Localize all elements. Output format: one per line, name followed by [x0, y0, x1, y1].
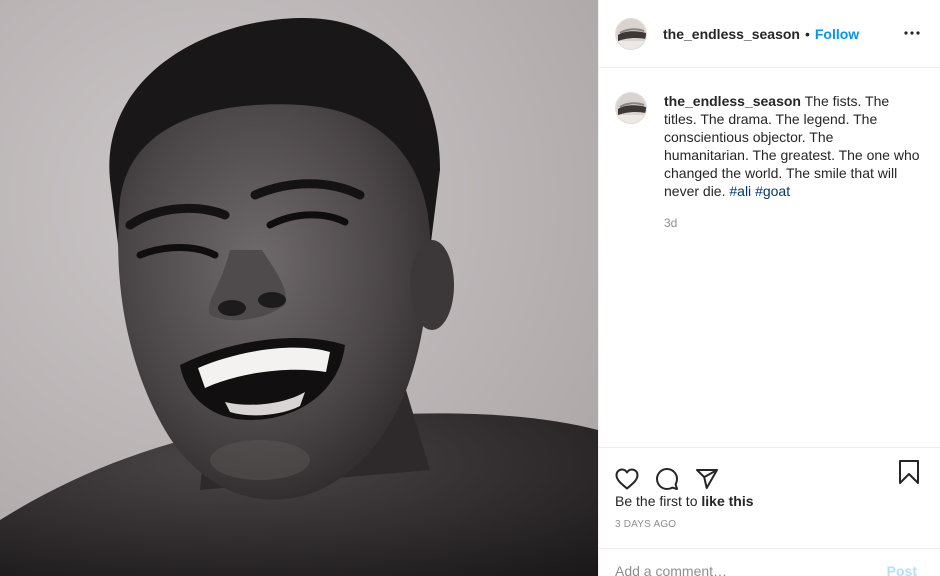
caption-text-block: the_endless_season The fists. The titles… [664, 92, 922, 200]
bookmark-icon[interactable] [897, 460, 921, 484]
heart-icon[interactable] [615, 467, 639, 491]
avatar-image [616, 18, 646, 49]
author-avatar[interactable] [615, 17, 647, 50]
action-buttons [599, 448, 940, 498]
post-side-panel: the_endless_season • Follow the_endless_… [598, 0, 940, 576]
follow-button[interactable]: Follow [815, 26, 859, 42]
author-handle[interactable]: the_endless_season [663, 26, 800, 42]
caption-author-avatar[interactable] [615, 92, 647, 124]
post-header: the_endless_season • Follow [599, 0, 940, 68]
portrait-photo [0, 0, 598, 576]
like-this-link[interactable]: like this [701, 493, 753, 509]
post-photo[interactable] [0, 0, 598, 576]
comment-input[interactable] [615, 563, 865, 576]
caption-timestamp[interactable]: 3d [664, 214, 922, 232]
post-container: the_endless_season • Follow the_endless_… [0, 0, 940, 576]
comment-box: Post [599, 548, 940, 576]
comment-bubble-icon[interactable] [655, 467, 679, 491]
hashtag-link[interactable]: #goat [755, 183, 790, 199]
caption-author-handle[interactable]: the_endless_season [664, 93, 801, 109]
avatar-image [616, 93, 646, 123]
likes-summary: Be the first to like this [615, 493, 754, 509]
post-date[interactable]: 3 DAYS AGO [615, 519, 676, 530]
action-bar [599, 447, 940, 498]
likes-prefix: Be the first to [615, 493, 698, 509]
header-separator: • [804, 25, 810, 42]
hashtag-link[interactable]: #ali [729, 183, 751, 199]
paper-plane-icon[interactable] [695, 467, 719, 491]
caption: the_endless_season The fists. The titles… [615, 92, 927, 232]
post-comment-button[interactable]: Post [887, 563, 917, 576]
caption-body: the_endless_season The fists. The titles… [664, 92, 922, 232]
more-options-icon[interactable] [901, 22, 923, 44]
